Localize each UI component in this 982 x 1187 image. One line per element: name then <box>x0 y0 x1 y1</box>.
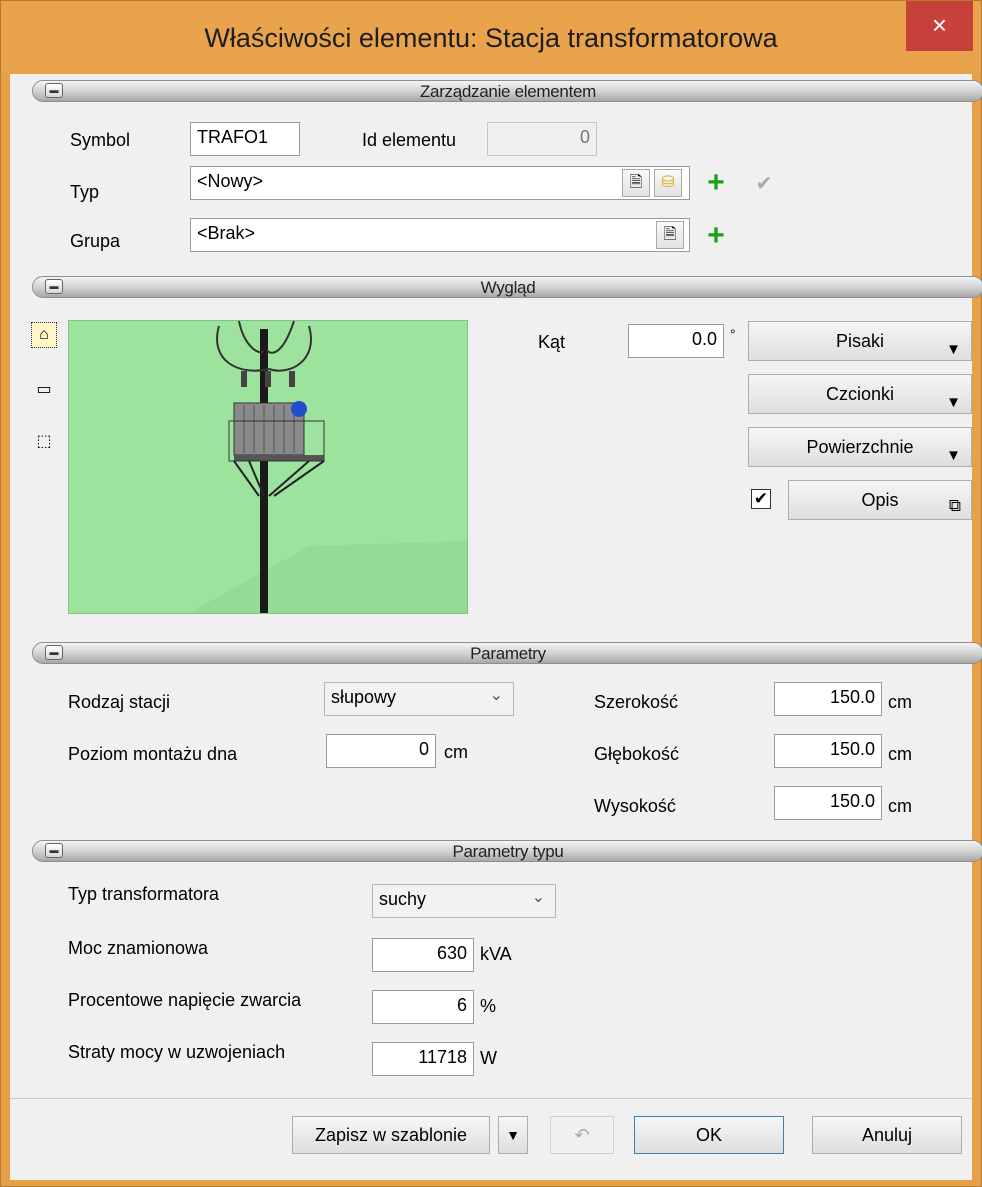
dropdown-arrow-icon: ▼ <box>946 394 961 411</box>
section-header-appearance[interactable]: ▬ Wygląd <box>32 276 982 298</box>
group-label: Grupa <box>70 231 121 251</box>
new-document-icon[interactable]: 🗎 <box>622 169 650 197</box>
section-title: Wygląd <box>480 278 536 297</box>
description-checkbox[interactable]: ✔ <box>751 489 771 509</box>
add-type-plus-icon[interactable]: + <box>702 168 730 199</box>
transformer-type-select[interactable]: suchy ⌄ <box>372 884 556 918</box>
open-window-icon: ⧉ <box>948 496 961 515</box>
save-template-dropdown[interactable]: ▼ <box>498 1116 528 1154</box>
losses-label: Straty mocy w uzwojeniach <box>68 1042 286 1062</box>
mount-level-unit: cm <box>444 742 468 762</box>
dropdown-arrow-icon: ▼ <box>946 447 961 464</box>
depth-unit: cm <box>888 744 912 764</box>
add-group-plus-icon[interactable]: + <box>702 221 730 252</box>
losses-input[interactable]: 11718 <box>372 1042 474 1076</box>
rated-power-input[interactable]: 630 <box>372 938 474 972</box>
angle-label: Kąt <box>538 332 566 352</box>
group-combo[interactable]: <Brak> <box>190 218 690 252</box>
height-input[interactable]: 150.0 <box>774 786 882 820</box>
mount-level-label: Poziom montażu dna <box>68 744 238 764</box>
symbol-label: Symbol <box>70 130 131 150</box>
section-header-parameters[interactable]: ▬ Parametry <box>32 642 982 664</box>
short-circuit-input[interactable]: 6 <box>372 990 474 1024</box>
angle-input[interactable]: 0.0 <box>628 324 724 358</box>
width-input[interactable]: 150.0 <box>774 682 882 716</box>
dialog-window: Właściwości elementu: Stacja transformat… <box>0 0 982 1187</box>
symbol-input[interactable]: TRAFO1 <box>190 122 300 156</box>
cancel-button[interactable]: Anuluj <box>812 1116 962 1154</box>
surfaces-button-label: Powierzchnie <box>806 437 914 457</box>
description-button[interactable]: Opis ⧉ <box>788 480 972 520</box>
save-template-button[interactable]: Zapisz w szablonie <box>292 1116 490 1154</box>
height-label: Wysokość <box>594 796 676 816</box>
description-button-label: Opis <box>861 490 899 510</box>
short-circuit-label: Procentowe napięcie zwarcia <box>68 990 302 1010</box>
pens-button[interactable]: Pisaki ▼ <box>748 321 972 361</box>
id-input: 0 <box>487 122 597 156</box>
section-title: Zarządzanie elementem <box>419 82 597 101</box>
transformer-type-value: suchy <box>379 889 427 909</box>
transformer-pole-image <box>189 320 467 613</box>
station-type-value: słupowy <box>331 687 397 707</box>
pens-button-label: Pisaki <box>835 331 884 351</box>
preview-3d[interactable] <box>68 320 468 614</box>
width-unit: cm <box>888 692 912 712</box>
new-document-icon[interactable]: 🗎 <box>656 221 684 249</box>
depth-input[interactable]: 150.0 <box>774 734 882 768</box>
flat-view-icon[interactable]: ▭ <box>31 378 57 404</box>
section-title: Parametry typu <box>452 842 564 861</box>
type-combo[interactable]: <Nowy> <box>190 166 690 200</box>
id-label: Id elementu <box>362 130 457 150</box>
ok-button[interactable]: OK <box>634 1116 784 1154</box>
undo-icon: ↶ <box>550 1116 614 1154</box>
type-label: Typ <box>70 182 100 202</box>
transformer-type-label: Typ transformatora <box>68 884 220 904</box>
footer-divider <box>10 1098 972 1099</box>
rated-power-unit: kVA <box>480 944 512 964</box>
chevron-down-icon: ⌄ <box>531 889 545 906</box>
window-title: Właściwości elementu: Stacja transformat… <box>204 23 778 53</box>
title-bar[interactable]: Właściwości elementu: Stacja transformat… <box>1 1 981 73</box>
chevron-down-icon: ⌄ <box>489 687 503 704</box>
3d-view-icon[interactable]: ⬚ <box>31 430 57 456</box>
height-unit: cm <box>888 796 912 816</box>
database-icon[interactable]: ⛁ <box>654 169 682 197</box>
fonts-button[interactable]: Czcionki ▼ <box>748 374 972 414</box>
section-header-management[interactable]: ▬ Zarządzanie elementem <box>32 80 982 102</box>
width-label: Szerokość <box>594 692 679 712</box>
section-header-type-parameters[interactable]: ▬ Parametry typu <box>32 840 982 862</box>
mount-level-input[interactable]: 0 <box>326 734 436 768</box>
fonts-button-label: Czcionki <box>825 384 895 404</box>
close-button[interactable]: × <box>906 1 973 51</box>
dropdown-arrow-icon: ▼ <box>946 341 961 358</box>
section-title: Parametry <box>470 644 546 663</box>
camera-view-icon[interactable]: ⌂ <box>31 322 57 348</box>
short-circuit-unit: % <box>480 996 497 1016</box>
station-type-label: Rodzaj stacji <box>68 692 171 712</box>
station-type-select[interactable]: słupowy ⌄ <box>324 682 514 716</box>
rated-power-label: Moc znamionowa <box>68 938 209 958</box>
losses-unit: W <box>480 1048 497 1068</box>
dialog-body: ▬ Zarządzanie elementem Symbol TRAFO1 Id… <box>10 74 982 1180</box>
confirm-check-icon: ✔ <box>755 173 773 195</box>
depth-label: Głębokość <box>594 744 680 764</box>
angle-unit: ° <box>730 326 736 342</box>
surfaces-button[interactable]: Powierzchnie ▼ <box>748 427 972 467</box>
